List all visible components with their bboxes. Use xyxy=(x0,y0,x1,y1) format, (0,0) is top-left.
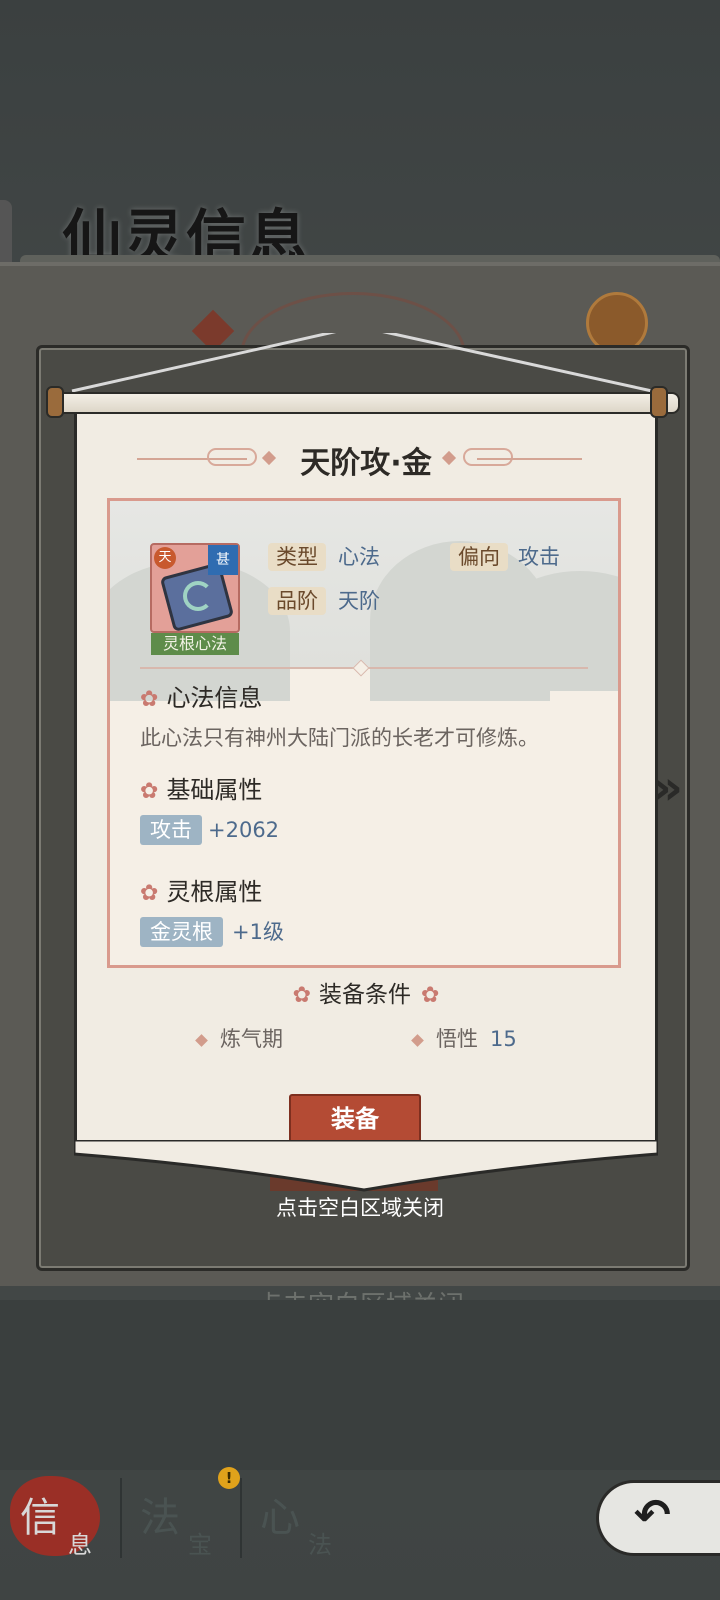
chevron-right-icon[interactable]: » xyxy=(652,760,683,816)
tab-technique[interactable]: 心 法 xyxy=(250,1485,360,1575)
condition-realm-text: 炼气期 xyxy=(220,1027,283,1051)
rod-end-left xyxy=(46,386,64,418)
type-value: 心法 xyxy=(338,545,380,569)
conditions-label: 装备条件 xyxy=(319,982,411,1008)
info-description: 此心法只有神州大陆门派的长老才可修炼。 xyxy=(140,726,539,750)
base-attr-value: +2062 xyxy=(208,818,280,842)
bias-value: 攻击 xyxy=(518,545,560,569)
tab-sub-label: 法 xyxy=(308,1531,332,1559)
root-attr-value: +1级 xyxy=(232,920,284,944)
root-section-title: ✿ 灵根属性 xyxy=(140,877,262,909)
item-detail-scroll: 天阶攻·金 天 甚 灵根心法 类型 心法 偏向 攻击 品阶 天阶 ✿ 心法信息 xyxy=(74,408,658,1148)
item-title: 天阶攻·金 xyxy=(300,446,432,481)
swirl-icon xyxy=(183,581,213,611)
diamond-icon xyxy=(195,1033,208,1047)
base-attr-label: 攻击 xyxy=(140,815,202,845)
flower-icon: ✿ xyxy=(140,687,159,712)
condition-realm: 炼气期 xyxy=(195,1024,283,1054)
condition-stat-label: 悟性 xyxy=(436,1027,478,1051)
close-hint[interactable]: 点击空白区域关闭 xyxy=(0,1192,720,1222)
flower-icon: ✿ xyxy=(140,779,159,804)
tab-sub-label: 息 xyxy=(68,1531,92,1559)
condition-stat: 悟性 15 xyxy=(411,1024,517,1054)
root-section-label: 灵根属性 xyxy=(166,878,263,906)
equip-button[interactable]: 装备 xyxy=(289,1094,421,1144)
base-section-title: ✿ 基础属性 xyxy=(140,775,262,807)
scroll-rod xyxy=(50,392,680,414)
flower-icon: ✿ xyxy=(421,983,440,1008)
bias-label: 偏向 xyxy=(450,543,508,571)
tier-badge: 天 xyxy=(154,547,176,569)
flower-icon: ✿ xyxy=(140,881,159,906)
info-section-title: ✿ 心法信息 xyxy=(140,683,262,715)
info-section-label: 心法信息 xyxy=(166,684,263,712)
base-section-label: 基础属性 xyxy=(166,776,263,804)
type-label: 类型 xyxy=(268,543,326,571)
condition-stat-value: 15 xyxy=(490,1027,517,1051)
tab-main-label: 法 xyxy=(140,1495,180,1541)
notification-badge: ! xyxy=(218,1467,240,1489)
tab-sub-label: 宝 xyxy=(188,1531,212,1559)
back-arrow-icon: ↶ xyxy=(634,1490,671,1541)
item-info-box: 天 甚 灵根心法 类型 心法 偏向 攻击 品阶 天阶 ✿ 心法信息 此心法只有神州… xyxy=(107,498,621,968)
diamond-icon xyxy=(411,1033,424,1047)
conditions-title: ✿ 装备条件 ✿ xyxy=(77,980,655,1011)
rod-end-right xyxy=(650,386,668,418)
tab-treasure[interactable]: 法 宝 xyxy=(130,1485,240,1575)
title-right-line xyxy=(477,458,582,460)
item-icon[interactable]: 天 甚 xyxy=(150,543,240,633)
tab-main-label: 心 xyxy=(260,1495,300,1541)
scroll-bottom-edge xyxy=(74,1140,658,1192)
corner-badge: 甚 xyxy=(208,545,238,575)
tab-info[interactable]: 信 息 xyxy=(10,1485,120,1575)
item-tag: 灵根心法 xyxy=(151,633,239,655)
background-bottom xyxy=(0,1300,720,1470)
title-right-swirl xyxy=(463,448,513,466)
root-attr-label: 金灵根 xyxy=(140,917,223,947)
flower-icon: ✿ xyxy=(292,983,311,1008)
item-header: 天 甚 灵根心法 类型 心法 偏向 攻击 品阶 天阶 xyxy=(110,501,618,701)
tab-main-label: 信 xyxy=(20,1495,60,1541)
grade-value: 天阶 xyxy=(338,589,380,613)
grade-label: 品阶 xyxy=(268,587,326,615)
